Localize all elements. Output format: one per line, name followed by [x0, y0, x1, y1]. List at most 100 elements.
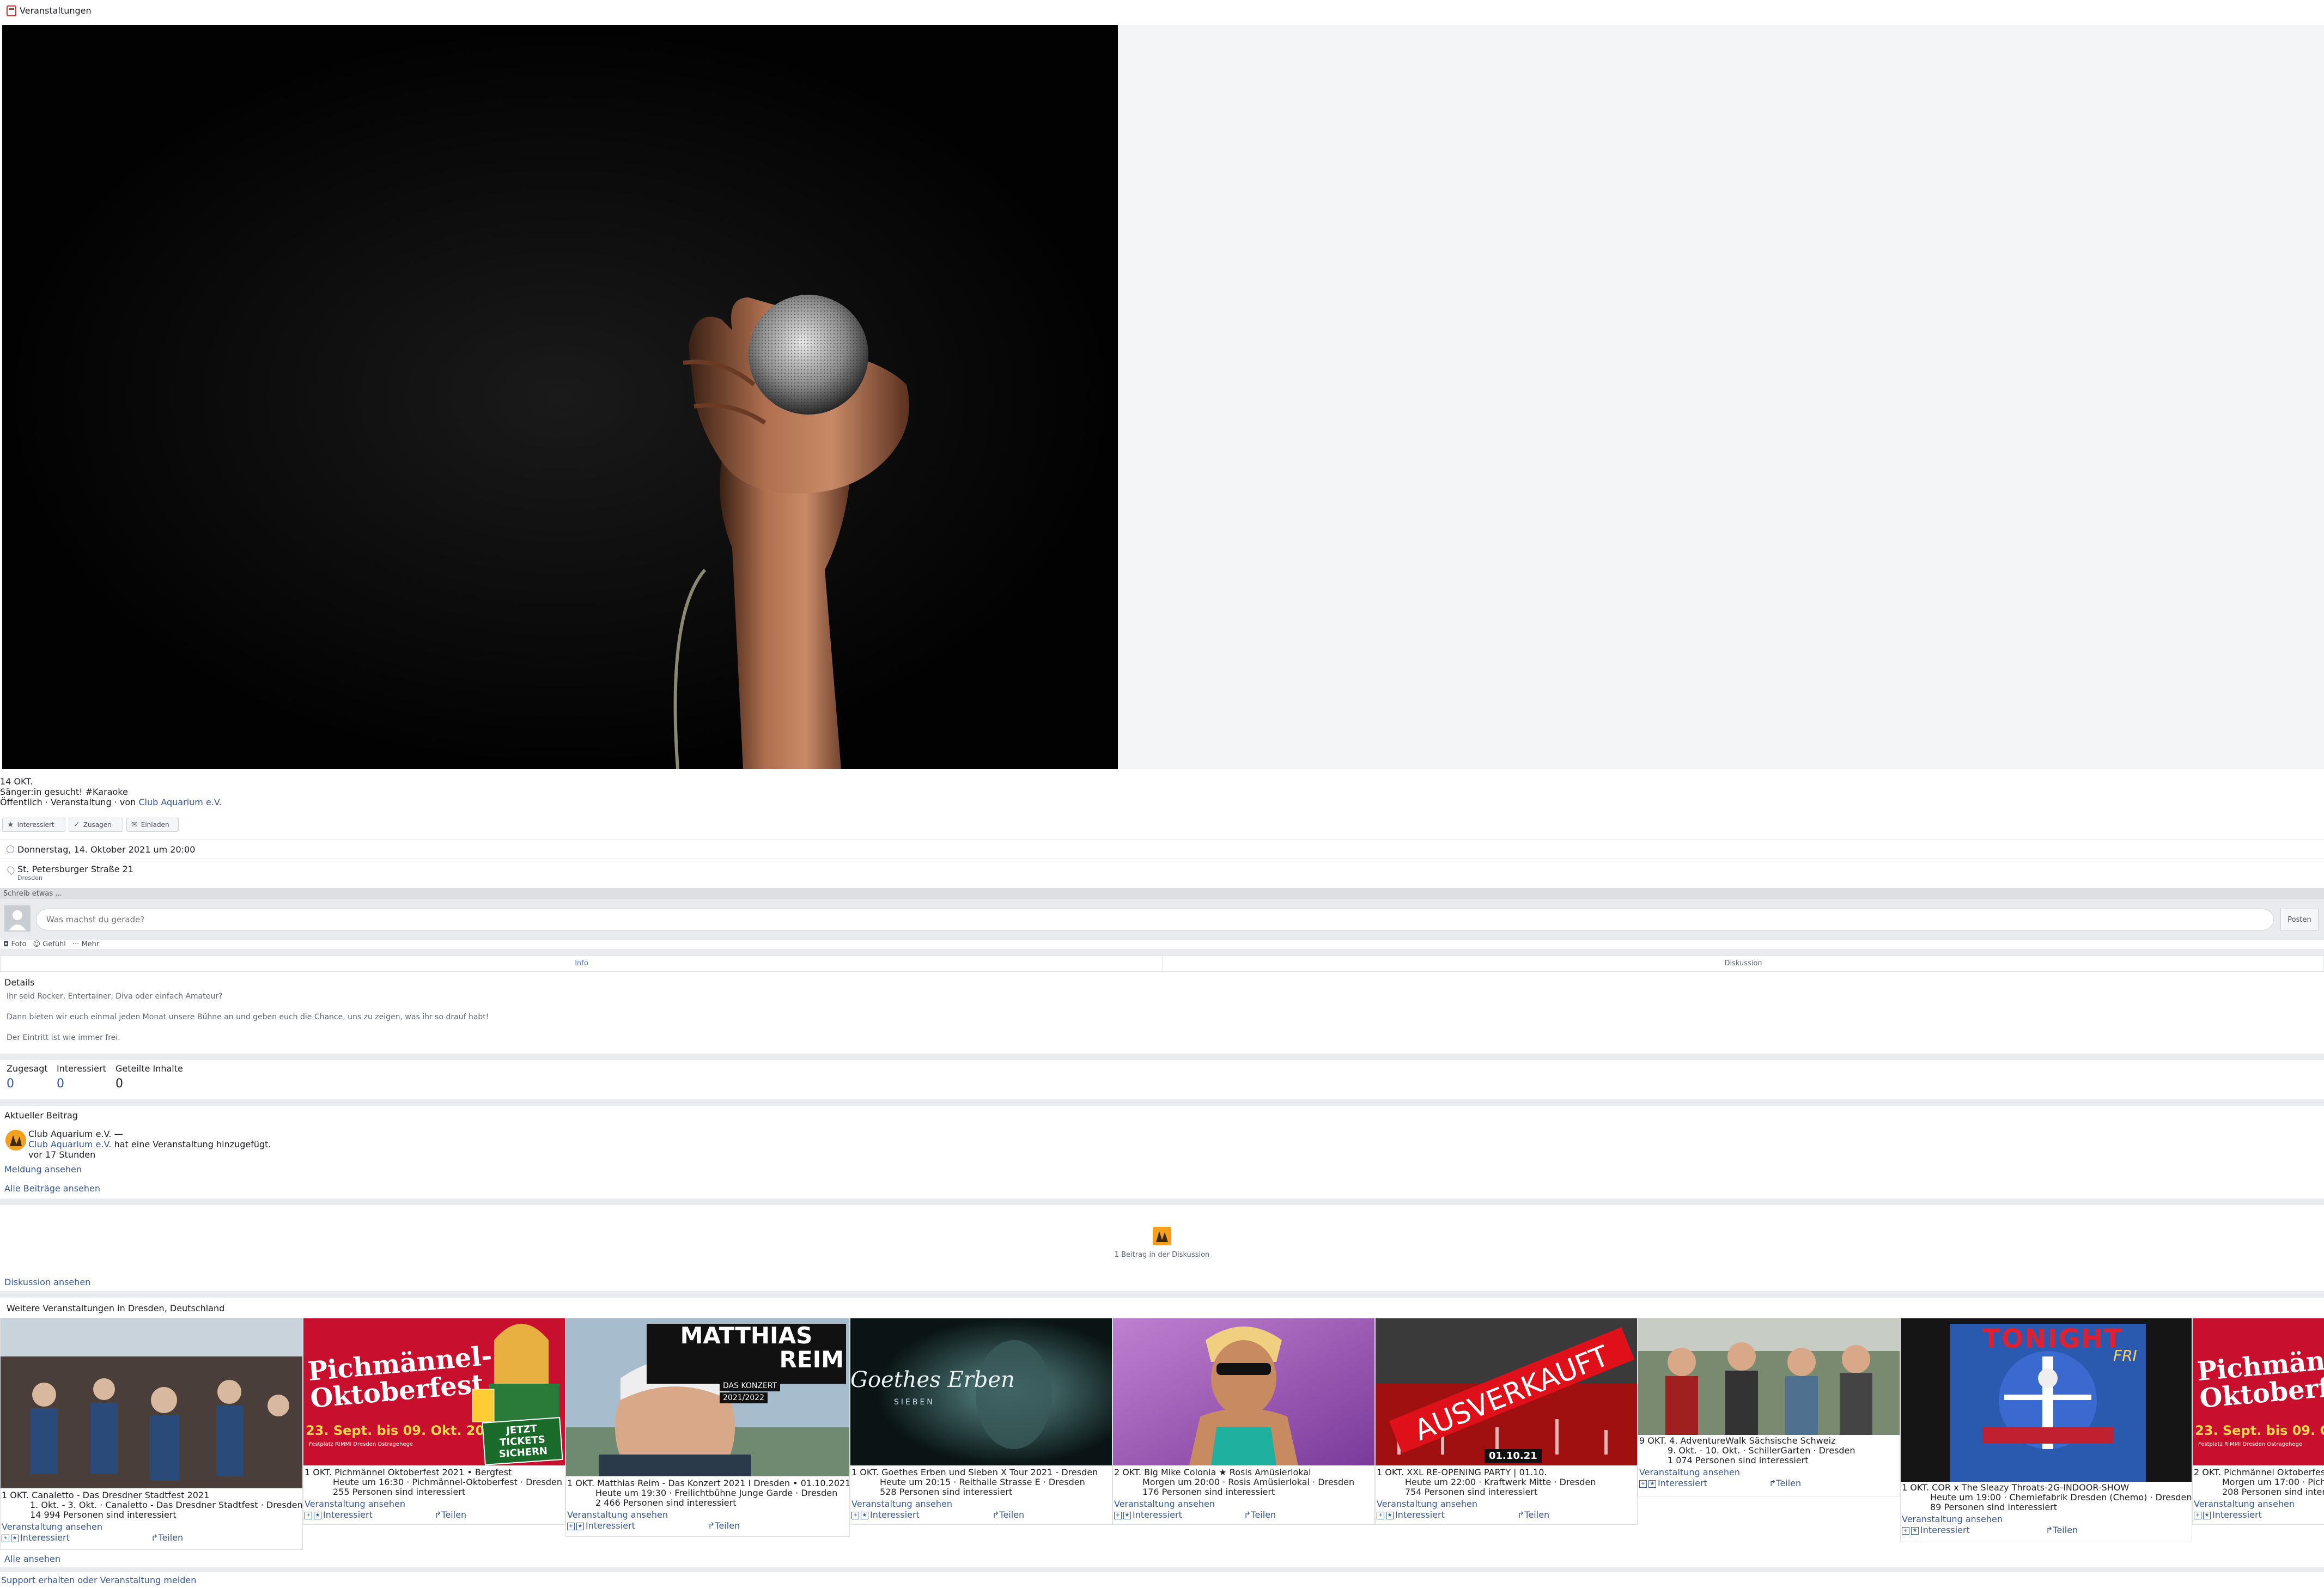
event-card-interested-count: 2 466 Personen sind interessiert	[595, 1498, 737, 1508]
event-card-title[interactable]: 2 OKT. Pichmännel Oktoberfest 2021 • Fam…	[2194, 1468, 2324, 1477]
recent-post-time[interactable]: vor 17 Stunden	[28, 1149, 95, 1160]
going-label: Zusagen	[83, 821, 112, 829]
event-card-image[interactable]: Goethes Erben SIEBEN	[850, 1318, 1112, 1465]
event-card-image[interactable]	[1, 1318, 302, 1488]
see-all-events-link[interactable]: Alle ansehen	[4, 1554, 60, 1564]
event-card-view-link[interactable]: Veranstaltung ansehen	[1377, 1499, 1477, 1509]
details-line-3: Der Eintritt ist wie immer frei.	[7, 1033, 120, 1042]
event-card-share-button[interactable]: ↱Teilen	[1244, 1510, 1276, 1520]
event-card-when-where: Heute um 22:00 · Kraftwerk Mitte · Dresd…	[1405, 1477, 1596, 1487]
section-gap	[0, 1198, 2324, 1205]
event-card-interested-button[interactable]: + ★ Interessiert	[305, 1510, 373, 1520]
event-card-image[interactable]: Pichmännel-Oktoberfest 23. Sept. bis 09.…	[303, 1318, 565, 1465]
event-card-view-link[interactable]: Veranstaltung ansehen	[1114, 1499, 1215, 1509]
event-card-view-link[interactable]: Veranstaltung ansehen	[567, 1510, 668, 1520]
event-card-share-button[interactable]: ↱Teilen	[434, 1510, 466, 1520]
event-card-title[interactable]: 1 OKT. XXL RE-OPENING PARTY | 01.10.	[1377, 1468, 1547, 1477]
event-card-share-label: Teilen	[715, 1520, 740, 1531]
event-card-view-link[interactable]: Veranstaltung ansehen	[1902, 1514, 2003, 1524]
plus-icon: +	[851, 1511, 859, 1519]
poster-title-1: MATTHIAS	[680, 1322, 813, 1349]
event-card[interactable]: 2 OKT. Big Mike Colonia ★ Rosis Amüsierl…	[1112, 1318, 1375, 1525]
event-card-image[interactable]: MATTHIAS REIM DAS KONZERT 2021/2022	[566, 1318, 849, 1476]
post-button[interactable]: Posten	[2280, 909, 2319, 930]
event-card-title[interactable]: 1 OKT. Pichmännel Oktoberfest 2021 • Ber…	[305, 1468, 512, 1477]
stat-going[interactable]: Zugesagt 0	[7, 1063, 48, 1091]
event-card-interested-button[interactable]: + ★ Interessiert	[567, 1521, 635, 1531]
event-card-share-button[interactable]: ↱Teilen	[151, 1533, 183, 1543]
photo-action[interactable]: ◘ Foto	[3, 940, 26, 948]
event-card-title[interactable]: 1 OKT. Matthias Reim - Das Konzert 2021 …	[567, 1479, 849, 1488]
event-card-image[interactable]	[1113, 1318, 1374, 1465]
event-card-interested-button[interactable]: + ★ Interessiert	[1114, 1510, 1182, 1520]
event-card-title[interactable]: 2 OKT. Big Mike Colonia ★ Rosis Amüsierl…	[1114, 1468, 1311, 1477]
view-post-link[interactable]: Meldung ansehen	[4, 1164, 82, 1175]
going-button[interactable]: ✓ Zusagen	[69, 818, 123, 832]
poster-fri: FRI	[2113, 1347, 2137, 1365]
event-card-title[interactable]: 1 OKT. COR x The Sleazy Throats-2G-INDOO…	[1902, 1483, 2129, 1493]
event-card-view-link[interactable]: Veranstaltung ansehen	[2, 1522, 102, 1532]
stat-interested[interactable]: Interessiert 0	[57, 1063, 106, 1091]
event-card-title[interactable]: 9 OKT. 4. AdventureWalk Sächsische Schwe…	[1639, 1436, 1835, 1446]
event-card-share-button[interactable]: ↱Teilen	[2046, 1525, 2078, 1535]
event-card-title[interactable]: 1 OKT. Goethes Erben und Sieben X Tour 2…	[851, 1468, 1098, 1477]
event-card[interactable]: 9 OKT. 4. AdventureWalk Sächsische Schwe…	[1638, 1318, 1900, 1496]
event-card-view-link[interactable]: Veranstaltung ansehen	[2194, 1499, 2295, 1509]
event-location-street[interactable]: St. Petersburger Straße 21	[17, 864, 133, 874]
event-card-share-button[interactable]: ↱Teilen	[1769, 1479, 1801, 1488]
event-host-link[interactable]: Club Aquarium e.V.	[138, 797, 222, 807]
event-card-share-label: Teilen	[1776, 1478, 1802, 1488]
club-avatar[interactable]	[5, 1130, 26, 1151]
poster-sub-1: DAS KONZERT	[720, 1380, 781, 1391]
tab-discussion[interactable]: Diskussion	[1163, 959, 2323, 968]
event-card-image[interactable]: Pichmännel-Oktoberfest 23. Sept. bis 09.…	[2193, 1318, 2324, 1465]
event-card[interactable]: Pichmännel-Oktoberfest 23. Sept. bis 09.…	[303, 1318, 565, 1525]
event-card-share-button[interactable]: ↱Teilen	[1517, 1510, 1549, 1520]
page-title[interactable]: Veranstaltungen	[20, 5, 92, 16]
poster-subtitle: SIEBEN	[894, 1398, 935, 1407]
event-card-interested-button[interactable]: + ★ Interessiert	[1377, 1510, 1445, 1520]
event-card-interested-button[interactable]: + ★ Interessiert	[2194, 1510, 2262, 1520]
event-card[interactable]: 1 OKT. Canaletto - Das Dresdner Stadtfes…	[0, 1318, 303, 1550]
event-card-view-link[interactable]: Veranstaltung ansehen	[305, 1499, 405, 1509]
event-card[interactable]: MATTHIAS REIM DAS KONZERT 2021/2022 1 OK…	[565, 1318, 850, 1537]
plus-icon: +	[1377, 1511, 1384, 1519]
event-card-view-link[interactable]: Veranstaltung ansehen	[1639, 1468, 1740, 1477]
event-card-interested-button[interactable]: + ★ Interessiert	[1639, 1479, 1707, 1488]
ellipsis-icon: ···	[72, 940, 80, 948]
invite-button[interactable]: ✉ Einladen	[126, 818, 179, 832]
feeling-action[interactable]: ☺ Gefühl	[33, 940, 65, 948]
event-card-title[interactable]: 1 OKT. Canaletto - Das Dresdner Stadtfes…	[2, 1490, 209, 1500]
more-action[interactable]: ··· Mehr	[72, 940, 99, 948]
stat-shares: Geteilte Inhalte 0	[115, 1063, 183, 1091]
event-card-interested-button[interactable]: + ★ Interessiert	[2, 1533, 70, 1543]
event-card-share-button[interactable]: ↱Teilen	[992, 1510, 1024, 1520]
tab-info[interactable]: Info	[1, 959, 1163, 968]
recent-post-author-link[interactable]: Club Aquarium e.V.	[28, 1139, 112, 1149]
event-card-share-button[interactable]: ↱Teilen	[708, 1521, 740, 1531]
poster-small-text: Festplatz RIMMI Dresden Ostragehege	[309, 1441, 413, 1447]
event-card[interactable]: AUSVERKAUFT 01.10.21 1 OKT. XXL RE-OPENI…	[1375, 1318, 1638, 1525]
section-gap	[0, 1099, 2324, 1106]
composer-input[interactable]	[36, 909, 2274, 930]
event-card-image[interactable]: AUSVERKAUFT 01.10.21	[1376, 1318, 1637, 1465]
event-card[interactable]: Goethes Erben SIEBEN 1 OKT. Goethes Erbe…	[850, 1318, 1112, 1525]
envelope-icon: ✉	[131, 820, 138, 829]
event-card-image[interactable]	[1638, 1318, 1900, 1435]
all-posts-link[interactable]: Alle Beiträge ansehen	[4, 1183, 100, 1194]
event-card-when-where: Morgen um 20:00 · Rosis Amüsierlokal · D…	[1142, 1477, 1355, 1487]
event-card[interactable]: TONIGHT FRI 1 OKT. COR x The Sleazy Thro…	[1900, 1318, 2192, 1542]
support-report-link[interactable]: Support erhalten oder Veranstaltung meld…	[1, 1575, 196, 1585]
star-icon: ★	[11, 1534, 19, 1542]
view-discussion-link[interactable]: Diskussion ansehen	[4, 1277, 90, 1287]
share-icon: ↱	[708, 1520, 715, 1531]
star-icon: ★	[576, 1522, 584, 1530]
event-card-view-link[interactable]: Veranstaltung ansehen	[851, 1499, 952, 1509]
poster-ticket-button: JETZT TICKETS SICHERN	[482, 1417, 563, 1465]
event-card-interested-button[interactable]: + ★ Interessiert	[1902, 1525, 1970, 1535]
interested-button[interactable]: ★ Interessiert	[2, 818, 65, 832]
event-card-interested-button[interactable]: + ★ Interessiert	[851, 1510, 920, 1520]
event-card-image[interactable]: TONIGHT FRI	[1901, 1318, 2192, 1482]
event-card[interactable]: Pichmännel-Oktoberfest 23. Sept. bis 09.…	[2192, 1318, 2324, 1525]
event-card-when-where: Heute um 16:30 · Pichmännel-Oktoberfest …	[333, 1477, 562, 1487]
